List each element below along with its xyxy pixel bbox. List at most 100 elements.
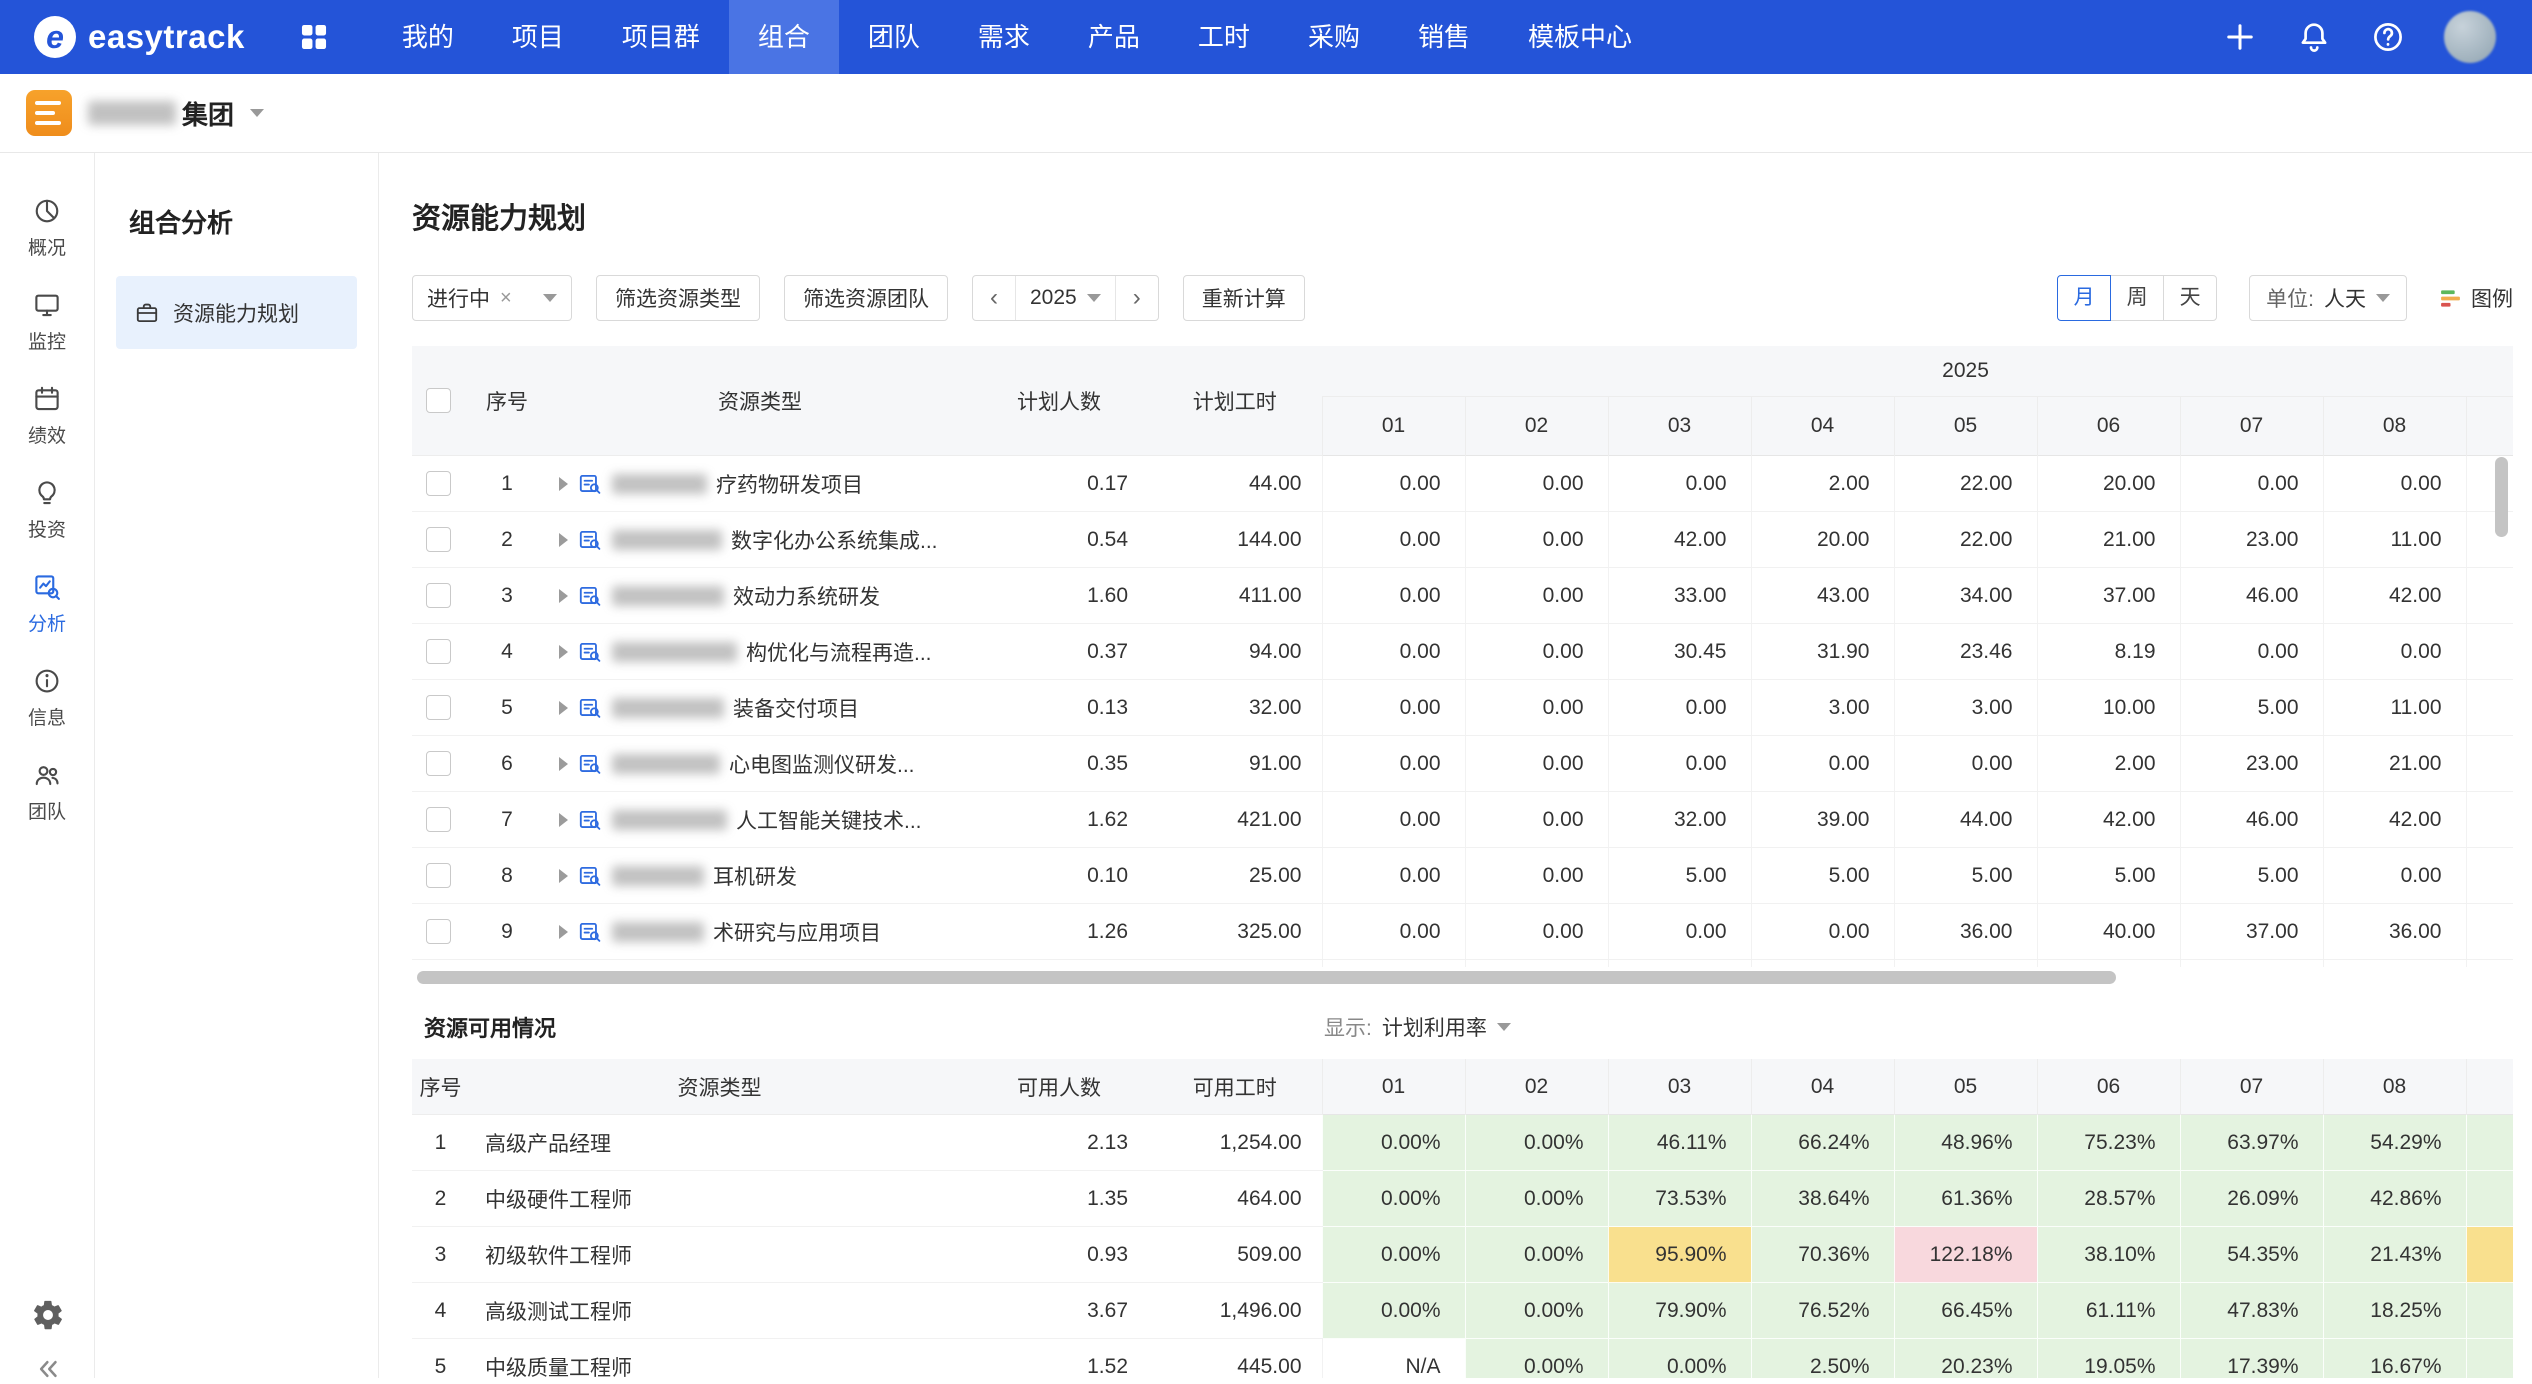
- unit-select[interactable]: 单位: 人天: [2249, 275, 2407, 321]
- remove-filter-icon[interactable]: ×: [500, 287, 512, 310]
- year-navigator: ‹ 2025 ›: [972, 275, 1159, 321]
- nav-item-采购[interactable]: 采购: [1279, 0, 1389, 74]
- project-icon: [577, 639, 603, 665]
- row-checkbox[interactable]: [426, 807, 451, 832]
- row-checkbox[interactable]: [426, 527, 451, 552]
- plus-icon[interactable]: [2222, 19, 2258, 55]
- nav-item-销售[interactable]: 销售: [1389, 0, 1499, 74]
- table-row[interactable]: 2数字化办公系统集成...0.54144.000.000.0042.0020.0…: [412, 512, 2513, 568]
- filter-resource-team-button[interactable]: 筛选资源团队: [784, 275, 948, 321]
- expand-caret-icon[interactable]: [559, 869, 568, 883]
- help-icon[interactable]: [2370, 19, 2406, 55]
- status-filter-select[interactable]: 进行中 ×: [412, 275, 572, 321]
- expand-caret-icon[interactable]: [559, 589, 568, 603]
- recalculate-button[interactable]: 重新计算: [1183, 275, 1305, 321]
- sidebar-item-label: 团队: [28, 797, 66, 824]
- view-option-天[interactable]: 天: [2163, 275, 2217, 321]
- table-row[interactable]: 3效动力系统研发1.60411.000.000.0033.0043.0034.0…: [412, 568, 2513, 624]
- sidebar-item-团队[interactable]: 团队: [0, 745, 95, 839]
- month-value-cell: 0.00: [1465, 848, 1608, 904]
- sidebar-item-概况[interactable]: 概况: [0, 181, 95, 275]
- view-option-周[interactable]: 周: [2110, 275, 2164, 321]
- row-checkbox[interactable]: [426, 583, 451, 608]
- month-value-cell: 0.00: [2323, 848, 2466, 904]
- app-logo[interactable]: e easytrack: [34, 16, 245, 58]
- table-row[interactable]: 4高级测试工程师3.671,496.000.00%0.00%79.90%76.5…: [412, 1283, 2513, 1339]
- year-select[interactable]: 2025: [1015, 276, 1116, 320]
- sidebar-item-绩效[interactable]: 绩效: [0, 369, 95, 463]
- vertical-scrollbar-thumb[interactable]: [2495, 457, 2508, 537]
- nav-item-项目[interactable]: 项目: [483, 0, 593, 74]
- nav-item-产品[interactable]: 产品: [1059, 0, 1169, 74]
- nav-item-模板中心[interactable]: 模板中心: [1499, 0, 1661, 74]
- utilization-cell: 0.00%: [1322, 1171, 1465, 1227]
- horizontal-scrollbar-thumb[interactable]: [417, 971, 2116, 984]
- utilization-cell: 70.36%: [1751, 1227, 1894, 1283]
- apps-grid-icon[interactable]: [297, 20, 331, 54]
- monitor-icon: [32, 290, 62, 320]
- expand-caret-icon[interactable]: [559, 477, 568, 491]
- available-people-cell: 0.93: [970, 1227, 1148, 1283]
- collapse-sidebar-icon[interactable]: [33, 1354, 63, 1384]
- view-option-月[interactable]: 月: [2057, 275, 2111, 321]
- sidebar-item-分析[interactable]: 分析: [0, 557, 95, 651]
- sidebar-item-监控[interactable]: 监控: [0, 275, 95, 369]
- sidebar-item-信息[interactable]: 信息: [0, 651, 95, 745]
- table-row[interactable]: 2中级硬件工程师1.35464.000.00%0.00%73.53%38.64%…: [412, 1171, 2513, 1227]
- gear-icon[interactable]: [31, 1298, 65, 1332]
- table-row[interactable]: 5中级质量工程师1.52445.00N/A0.00%0.00%2.50%20.2…: [412, 1339, 2513, 1379]
- row-checkbox[interactable]: [426, 863, 451, 888]
- select-all-checkbox[interactable]: [426, 388, 451, 413]
- expand-caret-icon[interactable]: [559, 701, 568, 715]
- month-value-cell: 22.00: [1894, 456, 2037, 512]
- nav-item-我的[interactable]: 我的: [373, 0, 483, 74]
- filter-resource-type-button[interactable]: 筛选资源类型: [596, 275, 760, 321]
- avatar[interactable]: [2444, 11, 2496, 63]
- planned-people-cell: 0.37: [970, 624, 1148, 680]
- row-number: 4: [464, 624, 550, 680]
- expand-caret-icon[interactable]: [559, 813, 568, 827]
- table-row[interactable]: 9术研究与应用项目1.26325.000.000.000.000.0036.00…: [412, 904, 2513, 960]
- table-row[interactable]: 7人工智能关键技术...1.62421.000.000.0032.0039.00…: [412, 792, 2513, 848]
- table-row[interactable]: 8耳机研发0.1025.000.000.005.005.005.005.005.…: [412, 848, 2513, 904]
- nav-item-需求[interactable]: 需求: [949, 0, 1059, 74]
- month-value-cell: 0.00: [2323, 456, 2466, 512]
- nav-item-组合[interactable]: 组合: [729, 0, 839, 74]
- sidebar-item-label: 绩效: [28, 421, 66, 448]
- display-mode-select[interactable]: 显示: 计划利用率: [1324, 1012, 1511, 1042]
- table-row[interactable]: 4构优化与流程再造...0.3794.000.000.0030.4531.902…: [412, 624, 2513, 680]
- row-checkbox[interactable]: [426, 471, 451, 496]
- table-row[interactable]: 10算法优化技术预研0.0820.00: [412, 960, 2513, 968]
- prev-year-button[interactable]: ‹: [973, 276, 1015, 320]
- sidebar-bottom: [0, 1298, 95, 1378]
- sidebar-item-resource-capacity-planning[interactable]: 资源能力规划: [116, 276, 357, 349]
- next-year-button[interactable]: ›: [1116, 276, 1158, 320]
- table-row[interactable]: 6心电图监测仪研发...0.3591.000.000.000.000.000.0…: [412, 736, 2513, 792]
- legend-toggle[interactable]: 图例: [2439, 283, 2513, 313]
- month-value-cell: 0.00: [1322, 736, 1465, 792]
- month-value-cell: 23.00: [2180, 512, 2323, 568]
- table-row[interactable]: 5装备交付项目0.1332.000.000.000.003.003.0010.0…: [412, 680, 2513, 736]
- expand-caret-icon[interactable]: [559, 925, 568, 939]
- month-header-02: 02: [1465, 1059, 1608, 1115]
- row-checkbox[interactable]: [426, 695, 451, 720]
- planned-hours-cell: 20.00: [1148, 960, 1322, 968]
- row-checkbox[interactable]: [426, 919, 451, 944]
- expand-caret-icon[interactable]: [559, 757, 568, 771]
- nav-item-工时[interactable]: 工时: [1169, 0, 1279, 74]
- utilization-cell: 66.45%: [1894, 1283, 2037, 1339]
- project-icon: [577, 527, 603, 553]
- nav-item-项目群[interactable]: 项目群: [593, 0, 729, 74]
- expand-caret-icon[interactable]: [559, 645, 568, 659]
- company-selector[interactable]: 集团: [88, 95, 264, 132]
- expand-caret-icon[interactable]: [559, 533, 568, 547]
- bell-icon[interactable]: [2296, 19, 2332, 55]
- table-row[interactable]: 1疗药物研发项目0.1744.000.000.000.002.0022.0020…: [412, 456, 2513, 512]
- month-value-cell: 0.00: [1608, 680, 1751, 736]
- row-checkbox[interactable]: [426, 639, 451, 664]
- table-row[interactable]: 1高级产品经理2.131,254.000.00%0.00%46.11%66.24…: [412, 1115, 2513, 1171]
- row-checkbox[interactable]: [426, 751, 451, 776]
- sidebar-item-投资[interactable]: 投资: [0, 463, 95, 557]
- table-row[interactable]: 3初级软件工程师0.93509.000.00%0.00%95.90%70.36%…: [412, 1227, 2513, 1283]
- nav-item-团队[interactable]: 团队: [839, 0, 949, 74]
